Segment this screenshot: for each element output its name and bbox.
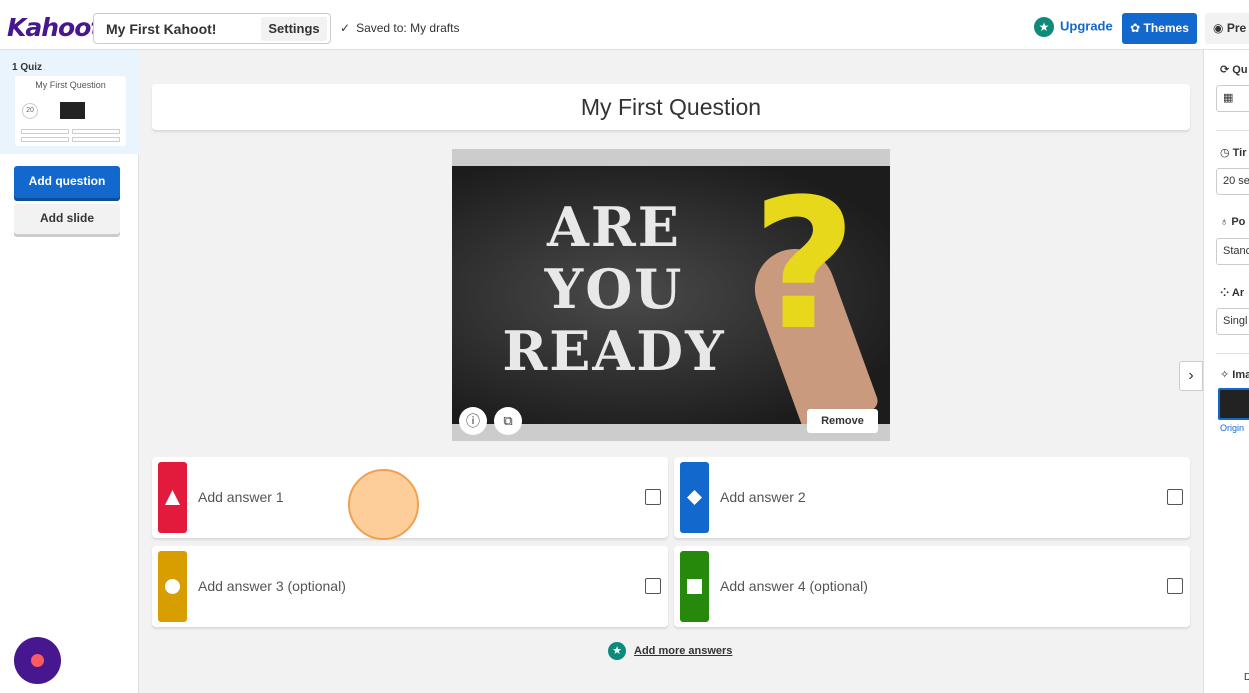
slide-thumbnail-image: [60, 102, 85, 119]
slide-label: 1 Quiz: [12, 62, 43, 73]
points-select[interactable]: Stanc: [1216, 238, 1249, 265]
time-limit-label-text: Tir: [1232, 147, 1247, 159]
panel-bottom-text: D: [1244, 672, 1249, 683]
add-question-button[interactable]: Add question: [14, 166, 120, 198]
kahoot-title: My First Kahoot!: [106, 21, 217, 37]
remove-image-button[interactable]: Remove: [807, 409, 878, 433]
answer-options-label-text: Ar: [1231, 287, 1245, 299]
settings-button[interactable]: Settings: [261, 17, 327, 41]
notification-dot-icon: [31, 654, 44, 667]
checkmark-icon: ✓: [340, 21, 351, 35]
saved-status-text: Saved to: My drafts: [356, 21, 460, 35]
themes-button[interactable]: ✿ Themes: [1122, 13, 1197, 44]
kahoot-title-field[interactable]: My First Kahoot! Settings: [93, 13, 331, 44]
left-sidebar: 1 Quiz My First Question 20 Add question…: [0, 50, 139, 693]
add-more-answers-label: Add more answers: [634, 645, 733, 657]
answer-color-tile: [680, 462, 709, 533]
divider: [1216, 353, 1249, 354]
image-label: ✧ Ima: [1220, 368, 1249, 381]
question-type-label: ⟳ Qu: [1220, 64, 1248, 76]
star-icon: ★: [608, 642, 626, 660]
answer-options-select[interactable]: Singl: [1216, 308, 1249, 335]
triangle-icon: [165, 490, 180, 505]
help-launcher-button[interactable]: [14, 637, 61, 684]
add-image-icon[interactable]: [1167, 489, 1183, 505]
answer-4-input[interactable]: Add answer 4 (optional): [720, 578, 868, 594]
themes-label: Themes: [1143, 21, 1189, 35]
slide-thumbnail-answer: [72, 137, 120, 142]
points-label-text: Po: [1231, 216, 1246, 228]
slide-thumbnail-answer: [72, 129, 120, 134]
question-media: ARE YOU READY ?: [452, 149, 890, 441]
add-more-answers-button[interactable]: ★ Add more answers: [608, 642, 732, 660]
star-icon: ★: [1034, 17, 1054, 37]
palette-icon: ✿: [1130, 21, 1141, 35]
slide-thumbnail-title: My First Question: [35, 80, 106, 90]
eye-icon: ◉: [1213, 21, 1224, 35]
answer-1-input[interactable]: Add answer 1: [198, 489, 284, 505]
time-limit-label: ◷ Tir: [1220, 147, 1247, 159]
image-thumbnail[interactable]: [1218, 388, 1249, 420]
chevron-right-icon[interactable]: ›: [1179, 361, 1203, 391]
slide-list-item[interactable]: 1 Quiz My First Question 20: [0, 50, 139, 154]
answer-3-input[interactable]: Add answer 3 (optional): [198, 578, 346, 594]
time-limit-select[interactable]: 20 se: [1216, 168, 1249, 195]
slide-thumbnail-answer: [21, 137, 69, 142]
saved-status: ✓ Saved to: My drafts: [340, 21, 459, 35]
answer-card-4[interactable]: Add answer 4 (optional): [674, 546, 1190, 627]
upgrade-label: Upgrade: [1060, 18, 1113, 34]
image-original-link[interactable]: Origin: [1220, 423, 1244, 433]
question-image-text: ARE YOU READY: [502, 195, 726, 383]
question-image: ARE YOU READY ?: [452, 166, 890, 424]
answer-color-tile: [158, 462, 187, 533]
add-image-icon[interactable]: [1167, 578, 1183, 594]
question-type-select[interactable]: ▦: [1216, 85, 1249, 112]
slide-thumbnail-answer: [21, 129, 69, 134]
answer-color-tile: [158, 551, 187, 622]
answer-2-input[interactable]: Add answer 2: [720, 489, 806, 505]
question-title-input[interactable]: My First Question: [152, 84, 1190, 130]
square-icon: [687, 579, 702, 594]
answer-options-label: ⁘ Ar: [1220, 287, 1245, 299]
add-slide-button[interactable]: Add slide: [14, 204, 120, 234]
click-indicator: [348, 469, 419, 540]
slide-thumbnail[interactable]: My First Question 20: [15, 76, 126, 146]
divider: [1216, 130, 1249, 131]
crop-icon[interactable]: ⧉: [494, 407, 522, 435]
right-settings-panel: ⟳ Qu ▦ ◷ Tir 20 se ♁ Po Stanc ⁘ Ar Singl…: [1203, 50, 1249, 693]
question-type-label-text: Qu: [1232, 64, 1248, 76]
info-icon[interactable]: ⓘ: [459, 407, 487, 435]
add-image-icon[interactable]: [645, 578, 661, 594]
diamond-icon: [687, 490, 702, 505]
slide-timer-badge: 20: [22, 103, 38, 119]
upgrade-button[interactable]: ★ Upgrade: [1034, 17, 1113, 37]
circle-icon: [165, 579, 180, 594]
image-label-text: Ima: [1232, 369, 1249, 381]
answer-card-2[interactable]: Add answer 2: [674, 457, 1190, 538]
answer-color-tile: [680, 551, 709, 622]
question-mark-graphic: ?: [752, 166, 857, 370]
top-bar: Kahoot! My First Kahoot! Settings ✓ Saved…: [0, 0, 1249, 50]
preview-label: Pre: [1226, 21, 1247, 35]
preview-button[interactable]: ◉ Pre: [1205, 13, 1249, 44]
add-image-icon[interactable]: [645, 489, 661, 505]
answer-card-3[interactable]: Add answer 3 (optional): [152, 546, 668, 627]
points-label: ♁ Po: [1220, 216, 1246, 228]
